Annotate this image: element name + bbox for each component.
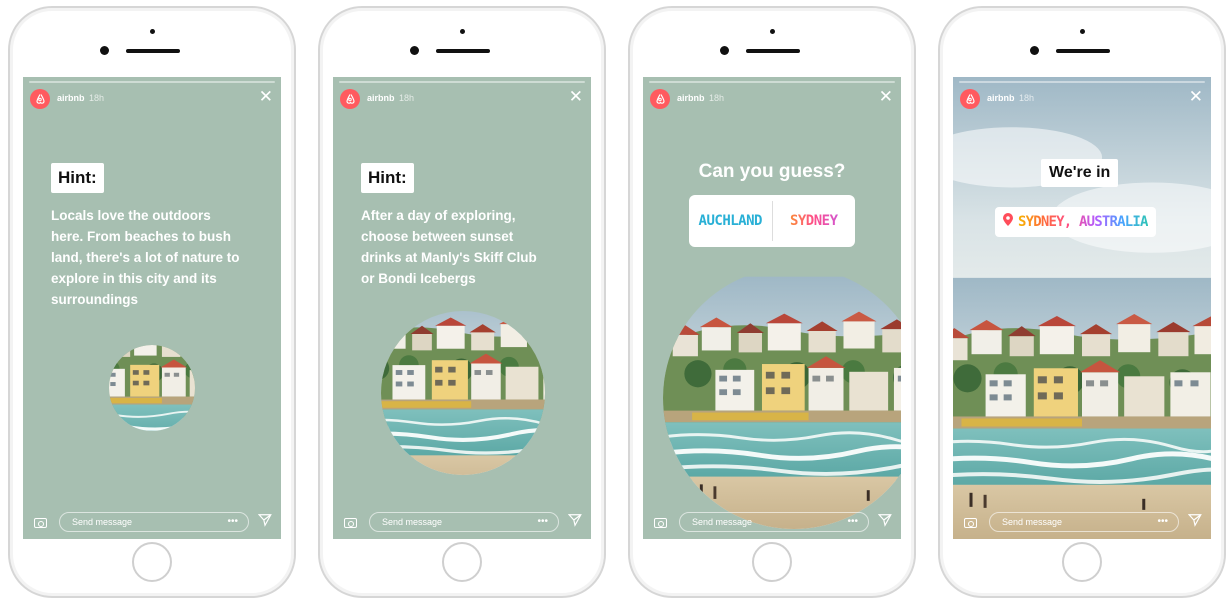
story-reply-bar: Send message ••• — [643, 505, 901, 539]
more-icon[interactable]: ••• — [227, 513, 238, 531]
send-message-field[interactable]: Send message ••• — [59, 512, 249, 532]
close-icon[interactable]: ✕ — [879, 88, 893, 105]
location-title: We're in — [1041, 159, 1119, 187]
poll-sticker: AUCHLAND SYDNEY — [689, 195, 855, 247]
proximity-sensor — [1080, 29, 1085, 34]
airbnb-logo-icon[interactable] — [960, 89, 980, 109]
sydney-beach-photo — [953, 77, 1211, 539]
post-time: 18h — [709, 93, 725, 103]
story-screen-3[interactable]: airbnb 18h ✕ Can you guess? AUCHLAND SYD… — [643, 77, 901, 539]
home-button[interactable] — [132, 542, 172, 582]
camera-icon[interactable] — [344, 518, 357, 528]
more-icon[interactable]: ••• — [847, 513, 858, 531]
phone-frame-1: airbnb 18h ✕ Hint: Locals love the outdo… — [8, 6, 296, 598]
account-name[interactable]: airbnb — [57, 93, 85, 103]
send-message-placeholder: Send message — [692, 517, 753, 527]
account-name[interactable]: airbnb — [987, 93, 1015, 103]
story-screen-2[interactable]: airbnb 18h ✕ Hint: After a day of explor… — [333, 77, 591, 539]
location-sticker[interactable]: SYDNEY, AUSTRALIA — [995, 207, 1156, 237]
camera-icon[interactable] — [964, 518, 977, 528]
airbnb-logo-icon[interactable] — [340, 89, 360, 109]
story-reply-bar: Send message ••• — [333, 505, 591, 539]
send-message-field[interactable]: Send message ••• — [989, 512, 1179, 532]
story-progress-bar — [959, 81, 1205, 83]
hint-text: After a day of exploring, choose between… — [361, 208, 537, 286]
direct-send-icon[interactable] — [567, 513, 582, 529]
post-time: 18h — [399, 93, 415, 103]
hint-label: Hint: — [361, 163, 414, 193]
earpiece-speaker — [126, 49, 180, 53]
story-progress-bar — [29, 81, 275, 83]
send-message-placeholder: Send message — [72, 517, 133, 527]
direct-send-icon[interactable] — [877, 513, 892, 529]
post-time: 18h — [1019, 93, 1035, 103]
close-icon[interactable]: ✕ — [1189, 88, 1203, 105]
front-camera — [100, 46, 109, 55]
airbnb-logo-icon[interactable] — [650, 89, 670, 109]
story-reply-bar: Send message ••• — [23, 505, 281, 539]
earpiece-speaker — [1056, 49, 1110, 53]
proximity-sensor — [770, 29, 775, 34]
send-message-placeholder: Send message — [1002, 517, 1063, 527]
home-button[interactable] — [442, 542, 482, 582]
proximity-sensor — [150, 29, 155, 34]
direct-send-icon[interactable] — [257, 513, 272, 529]
more-icon[interactable]: ••• — [537, 513, 548, 531]
camera-icon[interactable] — [654, 518, 667, 528]
hint-label: Hint: — [51, 163, 104, 193]
earpiece-speaker — [436, 49, 490, 53]
send-message-placeholder: Send message — [382, 517, 443, 527]
front-camera — [1030, 46, 1039, 55]
teaser-photo-circle — [663, 267, 901, 529]
send-message-field[interactable]: Send message ••• — [679, 512, 869, 532]
account-name[interactable]: airbnb — [677, 93, 705, 103]
poll-option-auchland[interactable]: AUCHLAND — [689, 213, 772, 229]
close-icon[interactable]: ✕ — [259, 88, 273, 105]
story-screen-1[interactable]: airbnb 18h ✕ Hint: Locals love the outdo… — [23, 77, 281, 539]
story-screen-4[interactable]: airbnb 18h ✕ We're in SYDNEY, AUSTRALIA … — [953, 77, 1211, 539]
home-button[interactable] — [752, 542, 792, 582]
story-progress-bar — [649, 81, 895, 83]
front-camera — [720, 46, 729, 55]
airbnb-logo-icon[interactable] — [30, 89, 50, 109]
direct-send-icon[interactable] — [1187, 513, 1202, 529]
teaser-photo-circle — [109, 345, 195, 431]
proximity-sensor — [460, 29, 465, 34]
phone-frame-3: airbnb 18h ✕ Can you guess? AUCHLAND SYD… — [628, 6, 916, 598]
story-reply-bar: Send message ••• — [953, 505, 1211, 539]
teaser-photo-circle — [381, 311, 545, 475]
hint-text: Locals love the outdoors here. From beac… — [51, 208, 240, 307]
poll-option-sydney[interactable]: SYDNEY — [773, 213, 856, 229]
phone-frame-4: airbnb 18h ✕ We're in SYDNEY, AUSTRALIA … — [938, 6, 1226, 598]
camera-icon[interactable] — [34, 518, 47, 528]
poll-question: Can you guess? — [698, 161, 846, 182]
home-button[interactable] — [1062, 542, 1102, 582]
close-icon[interactable]: ✕ — [569, 88, 583, 105]
post-time: 18h — [89, 93, 105, 103]
more-icon[interactable]: ••• — [1157, 513, 1168, 531]
earpiece-speaker — [746, 49, 800, 53]
location-pin-icon — [1003, 213, 1013, 231]
location-name: SYDNEY, AUSTRALIA — [1018, 214, 1149, 230]
front-camera — [410, 46, 419, 55]
phone-frame-2: airbnb 18h ✕ Hint: After a day of explor… — [318, 6, 606, 598]
account-name[interactable]: airbnb — [367, 93, 395, 103]
story-progress-bar — [339, 81, 585, 83]
send-message-field[interactable]: Send message ••• — [369, 512, 559, 532]
